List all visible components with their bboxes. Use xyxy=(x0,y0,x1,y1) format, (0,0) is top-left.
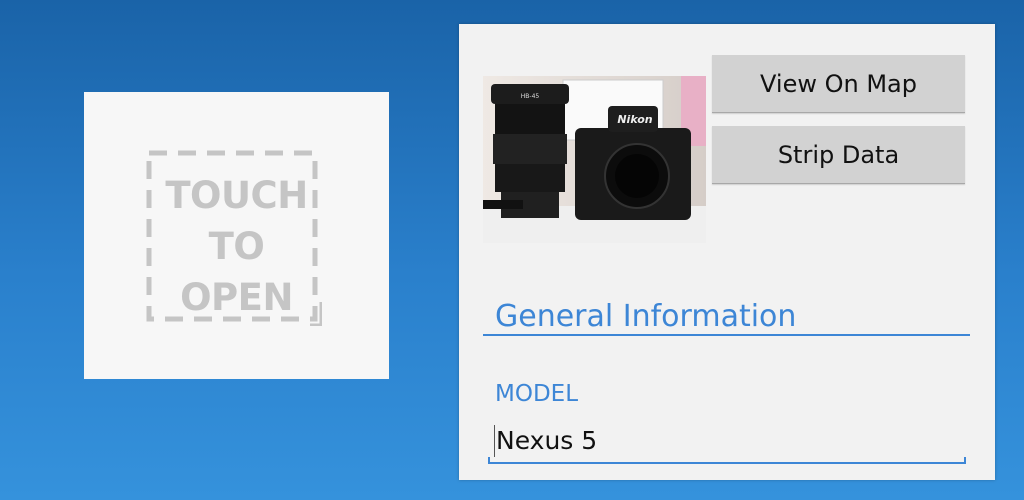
touch-to-open-tile[interactable]: TOUCH TO OPEN xyxy=(84,92,389,379)
underline-left-tick xyxy=(488,457,490,464)
text-caret xyxy=(494,425,495,457)
model-field-underline xyxy=(488,462,966,464)
exif-details-panel: HB-45 Nikon View On Map Strip Data Gener… xyxy=(459,24,995,480)
photo-thumbnail[interactable]: HB-45 Nikon xyxy=(483,76,706,243)
section-divider xyxy=(483,334,970,336)
open-line-2: TO xyxy=(208,225,265,268)
model-field-value: Nexus 5 xyxy=(496,426,598,455)
model-field-input[interactable]: Nexus 5 xyxy=(488,420,966,464)
lens-hood-text: HB-45 xyxy=(521,93,540,100)
touch-to-open-label: TOUCH TO OPEN xyxy=(84,170,389,323)
section-title: General Information xyxy=(495,299,797,334)
camera-photo-illustration: HB-45 Nikon xyxy=(483,76,706,243)
model-field-label: MODEL xyxy=(495,381,579,407)
open-line-3: OPEN xyxy=(180,276,293,319)
strip-data-button[interactable]: Strip Data xyxy=(712,126,965,184)
underline-right-tick xyxy=(964,457,966,464)
camera-brand-text: Nikon xyxy=(617,113,652,126)
view-on-map-button[interactable]: View On Map xyxy=(712,55,965,113)
open-line-1: TOUCH xyxy=(165,174,308,217)
